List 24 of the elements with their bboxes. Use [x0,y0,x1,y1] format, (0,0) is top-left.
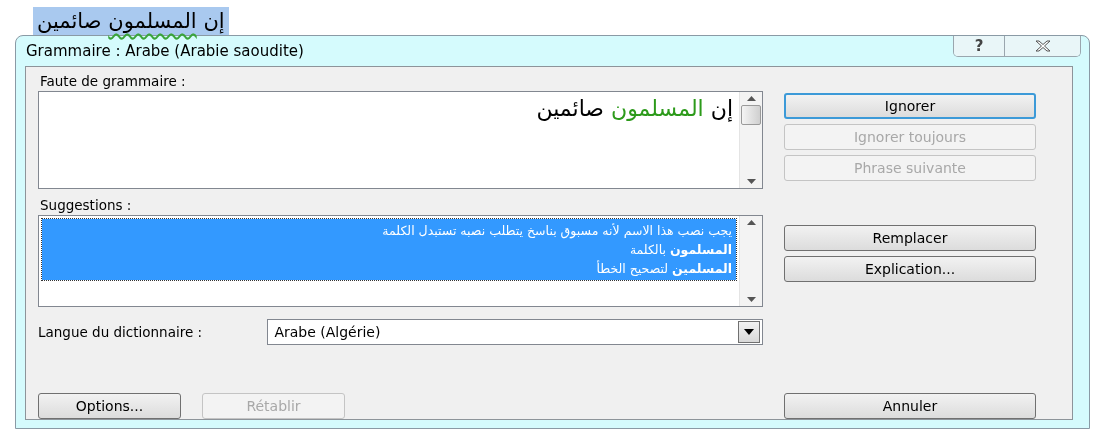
scrollbar[interactable] [739,216,762,306]
error-sentence: إن المسلمون صائمين [535,96,733,121]
action-button[interactable]: Remplacer [784,225,1036,251]
scroll-down-icon[interactable] [746,297,756,302]
action-button[interactable]: Explication... [784,256,1036,282]
scroll-thumb[interactable] [741,105,761,125]
scroll-up-icon[interactable] [746,96,756,101]
cancel-button[interactable]: Annuler [784,393,1036,419]
action-button[interactable]: Ignorer [784,93,1036,119]
error-label: Faute de grammaire : [39,73,187,91]
scrollbar[interactable] [739,92,762,188]
scroll-down-icon[interactable] [746,179,756,184]
close-icon [1033,40,1052,52]
close-button[interactable] [1004,36,1080,56]
language-label: Langue du dictionnaire : [38,324,204,340]
caret-icon [744,329,754,335]
options-button[interactable]: Options... [38,393,181,419]
window-title: Grammaire : Arabe (Arabie saoudite) [26,42,304,60]
document-text: إن المسلمون صائمين [33,7,229,35]
suggestions-label: Suggestions : [39,197,133,215]
help-button[interactable]: ? [954,36,1004,56]
language-dropdown[interactable]: Arabe (Algérie) [267,319,763,345]
error-text-box[interactable]: إن المسلمون صائمين [38,91,763,189]
scroll-up-icon[interactable] [746,220,756,225]
